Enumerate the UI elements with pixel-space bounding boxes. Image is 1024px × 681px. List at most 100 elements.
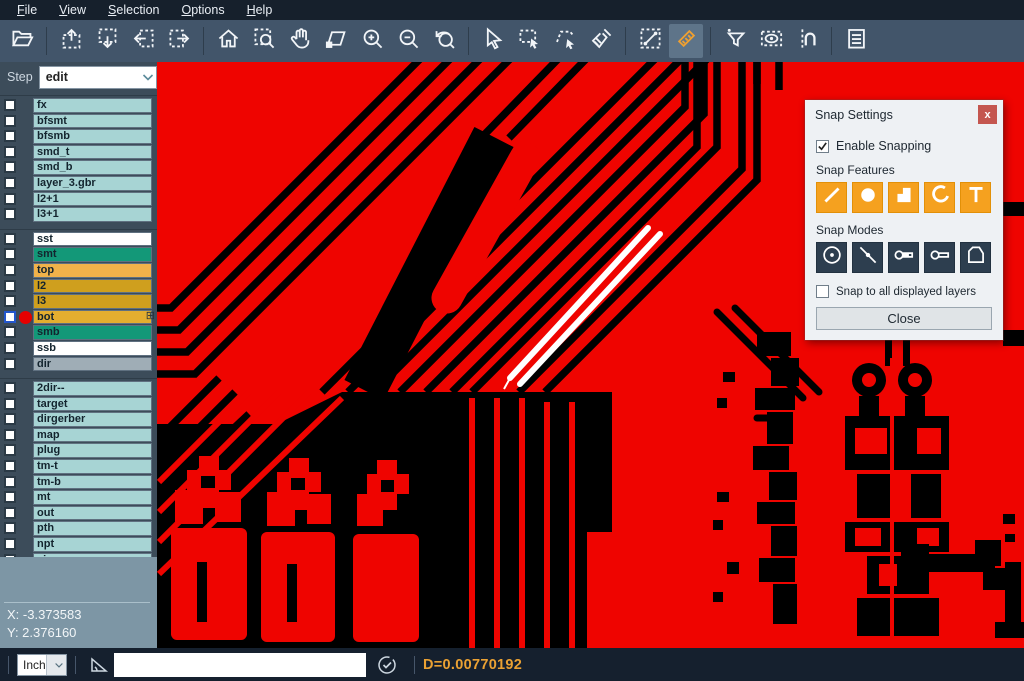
layer-row-map[interactable]: map xyxy=(0,428,157,444)
layer-row-npt[interactable]: npt xyxy=(0,537,157,553)
select-poly-button[interactable] xyxy=(548,24,582,58)
layer-label[interactable]: tm-b xyxy=(33,475,152,490)
layer-row-dir[interactable]: dir xyxy=(0,357,157,373)
snap-arc-button[interactable] xyxy=(924,182,955,213)
layer-row-top[interactable]: top xyxy=(0,263,157,279)
layer-row-smt[interactable]: smt xyxy=(0,247,157,263)
layer-checkbox[interactable] xyxy=(4,99,16,111)
angle-mode-icon[interactable] xyxy=(88,654,110,676)
select-rect-button[interactable] xyxy=(512,24,546,58)
layer-checkbox[interactable] xyxy=(4,358,16,370)
layer-checkbox[interactable] xyxy=(4,208,16,220)
layer-label[interactable]: out xyxy=(33,506,152,521)
layer-label[interactable]: smd_b xyxy=(33,160,152,175)
snap-pad-button[interactable] xyxy=(888,182,919,213)
home-button[interactable] xyxy=(211,24,245,58)
layer-checkbox[interactable] xyxy=(4,146,16,158)
layer-label[interactable]: bfsmb xyxy=(33,129,152,144)
zoom-out-button[interactable] xyxy=(391,24,425,58)
layer-row-mt[interactable]: mt xyxy=(0,490,157,506)
layer-checkbox[interactable] xyxy=(4,507,16,519)
layer-checkbox[interactable] xyxy=(4,130,16,142)
layer-row-fx[interactable]: fx xyxy=(0,98,157,114)
layer-label[interactable]: dirgerber xyxy=(33,412,152,427)
report-button[interactable] xyxy=(839,24,873,58)
layer-label[interactable]: ssb xyxy=(33,341,152,356)
snap-all-layers-row[interactable]: Snap to all displayed layers xyxy=(816,285,992,298)
layer-row-dirgerber[interactable]: dirgerber xyxy=(0,412,157,428)
layer-row-layer_3.gbr[interactable]: layer_3.gbr xyxy=(0,176,157,192)
layer-label[interactable]: map xyxy=(33,428,152,443)
pan-down-button[interactable] xyxy=(90,24,124,58)
layer-checkbox[interactable] xyxy=(4,161,16,173)
layer-label[interactable]: bfsmt xyxy=(33,114,152,129)
layer-row-l3[interactable]: l3 xyxy=(0,294,157,310)
layer-label[interactable]: smd_t xyxy=(33,145,152,160)
pan-hand-button[interactable] xyxy=(283,24,317,58)
layer-label[interactable]: layer_3.gbr xyxy=(33,176,152,191)
layer-row-bfsmb[interactable]: bfsmb xyxy=(0,129,157,145)
zoom-in-button[interactable] xyxy=(355,24,389,58)
layer-row-target[interactable]: target xyxy=(0,397,157,413)
unit-select[interactable]: Inch xyxy=(17,654,67,676)
layer-row-smd_b[interactable]: smd_b xyxy=(0,160,157,176)
layer-label[interactable]: l3 xyxy=(33,294,152,309)
layer-label[interactable]: tm-t xyxy=(33,459,152,474)
select-cursor-button[interactable] xyxy=(476,24,510,58)
layer-row-ssb[interactable]: ssb xyxy=(0,341,157,357)
layer-label[interactable]: dir xyxy=(33,357,152,372)
layer-row-smd_t[interactable]: smd_t xyxy=(0,145,157,161)
mode-center-button[interactable] xyxy=(816,242,847,273)
mode-line-point-button[interactable] xyxy=(852,242,883,273)
layer-checkbox[interactable] xyxy=(4,177,16,189)
layer-label[interactable]: mt xyxy=(33,490,152,505)
pan-view-button[interactable] xyxy=(319,24,353,58)
layer-row-2dir--[interactable]: 2dir-- xyxy=(0,381,157,397)
layer-checkbox[interactable] xyxy=(4,538,16,550)
enable-snapping-row[interactable]: Enable Snapping xyxy=(816,139,992,153)
pan-up-button[interactable] xyxy=(54,24,88,58)
layer-row-sst[interactable]: sst xyxy=(0,232,157,248)
layer-checkbox[interactable] xyxy=(4,311,16,323)
mode-pad-slot-button[interactable] xyxy=(888,242,919,273)
layer-row-plug[interactable]: plug xyxy=(0,443,157,459)
layer-label[interactable]: bot xyxy=(33,310,152,325)
layer-label[interactable]: l3+1 xyxy=(33,207,152,222)
layer-label[interactable]: target xyxy=(33,397,152,412)
clean-brush-button[interactable] xyxy=(584,24,618,58)
snap-text-button[interactable] xyxy=(960,182,991,213)
layer-checkbox[interactable] xyxy=(4,398,16,410)
filter-button[interactable] xyxy=(718,24,752,58)
layer-row-bfsmt[interactable]: bfsmt xyxy=(0,114,157,130)
snap-all-layers-checkbox[interactable] xyxy=(816,285,829,298)
layer-checkbox[interactable] xyxy=(4,476,16,488)
layer-label[interactable]: top xyxy=(33,263,152,278)
layer-checkbox[interactable] xyxy=(4,429,16,441)
layer-checkbox[interactable] xyxy=(4,295,16,307)
layer-label[interactable]: l2+1 xyxy=(33,192,152,207)
layer-label[interactable]: pth xyxy=(33,521,152,536)
layer-checkbox[interactable] xyxy=(4,382,16,394)
layer-row-bot[interactable]: bot⊞ xyxy=(0,310,157,326)
close-icon[interactable]: x xyxy=(978,105,997,124)
layer-row-pth[interactable]: pth xyxy=(0,521,157,537)
layer-checkbox[interactable] xyxy=(4,233,16,245)
layer-checkbox[interactable] xyxy=(4,326,16,338)
layer-checkbox[interactable] xyxy=(4,460,16,472)
pan-left-button[interactable] xyxy=(126,24,160,58)
apply-check-icon[interactable] xyxy=(376,654,398,676)
layer-checkbox[interactable] xyxy=(4,264,16,276)
layer-row-out[interactable]: out xyxy=(0,506,157,522)
snap-line-button[interactable] xyxy=(816,182,847,213)
layer-checkbox[interactable] xyxy=(4,491,16,503)
layer-checkbox[interactable] xyxy=(4,248,16,260)
layer-checkbox[interactable] xyxy=(4,413,16,425)
layer-checkbox[interactable] xyxy=(4,522,16,534)
layer-checkbox[interactable] xyxy=(4,280,16,292)
layer-label[interactable]: sst xyxy=(33,232,152,247)
pan-right-button[interactable] xyxy=(162,24,196,58)
layer-row-smb[interactable]: smb xyxy=(0,325,157,341)
menu-item-help[interactable]: Help xyxy=(236,0,284,20)
layer-row-l2[interactable]: l2 xyxy=(0,279,157,295)
step-select[interactable]: edit xyxy=(39,66,157,89)
